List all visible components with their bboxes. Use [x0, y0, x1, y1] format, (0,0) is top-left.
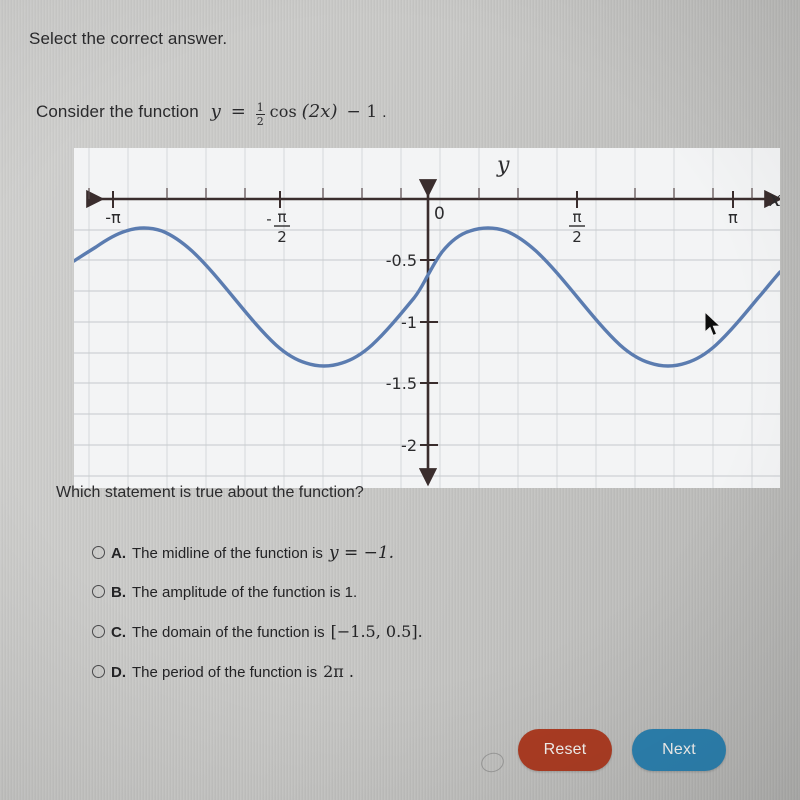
graph-svg: y x -π - π 2 0 π 2 π -0.5 -1 -1.5 -2 [74, 148, 780, 488]
y-tick-label-neg-1-5: -1.5 [386, 374, 417, 393]
svg-text:2: 2 [277, 228, 287, 246]
y-tick-label-neg-1: -1 [401, 313, 417, 332]
option-a-letter: A. [111, 545, 126, 562]
next-button[interactable]: Next [632, 729, 726, 771]
option-c-letter: C. [111, 624, 126, 641]
question-text: Which statement is true about the functi… [56, 484, 364, 501]
option-c[interactable]: C. The domain of the function is [−1.5, … [92, 622, 423, 641]
reset-button[interactable]: Reset [518, 729, 612, 771]
option-d-letter: D. [111, 664, 126, 681]
svg-text:π: π [572, 208, 581, 226]
radio-button-b[interactable] [92, 585, 105, 598]
radio-button-c[interactable] [92, 625, 105, 638]
option-a[interactable]: A. The midline of the function is y = −1… [92, 543, 394, 563]
svg-text:2: 2 [572, 228, 582, 246]
radio-button-a[interactable] [92, 546, 105, 559]
function-constant-term: − 1 [346, 102, 378, 122]
y-tick-label-neg-0-5: -0.5 [386, 251, 417, 270]
function-lead-in: Consider the function [36, 102, 199, 121]
origin-label: 0 [434, 204, 445, 224]
function-trailing-period: . [382, 104, 387, 121]
x-axis-label: x [769, 187, 780, 211]
function-equals: = [230, 101, 246, 122]
fraction-denominator: 2 [256, 114, 264, 128]
option-d[interactable]: D. The period of the function is 2π . [92, 662, 354, 681]
x-tick-label-pi: π [728, 208, 738, 227]
option-b-text: The amplitude of the function is 1. [132, 584, 358, 601]
function-cos: cos [269, 102, 297, 121]
svg-text:-: - [266, 210, 271, 228]
radio-button-d[interactable] [92, 665, 105, 678]
x-tick-label-neg-pi: -π [105, 208, 121, 227]
option-a-math: y = −1. [328, 543, 395, 563]
fraction-numerator: 1 [256, 100, 264, 114]
function-graph: y x -π - π 2 0 π 2 π -0.5 -1 -1.5 -2 [74, 148, 780, 488]
option-b[interactable]: B. The amplitude of the function is 1. [92, 584, 357, 601]
svg-text:π: π [277, 208, 286, 226]
y-axis-label: y [496, 153, 510, 178]
option-d-math: 2π . [323, 662, 354, 681]
option-a-text: The midline of the function is [132, 545, 323, 562]
quiz-screen: Select the correct answer. Consider the … [0, 0, 800, 800]
option-b-letter: B. [111, 584, 126, 601]
screen-smudge-artifact [478, 749, 507, 776]
option-c-text: The domain of the function is [132, 624, 325, 641]
option-d-text: The period of the function is [132, 664, 318, 681]
option-c-math: [−1.5, 0.5]. [330, 622, 423, 641]
instruction-text: Select the correct answer. [29, 29, 228, 48]
y-tick-label-neg-2: -2 [401, 436, 417, 455]
function-statement: Consider the function y = 1 2 cos (2x) −… [36, 101, 387, 127]
function-coefficient-fraction: 1 2 [255, 100, 265, 128]
function-argument: (2x) [301, 101, 338, 122]
function-variable-y: y [210, 101, 221, 122]
